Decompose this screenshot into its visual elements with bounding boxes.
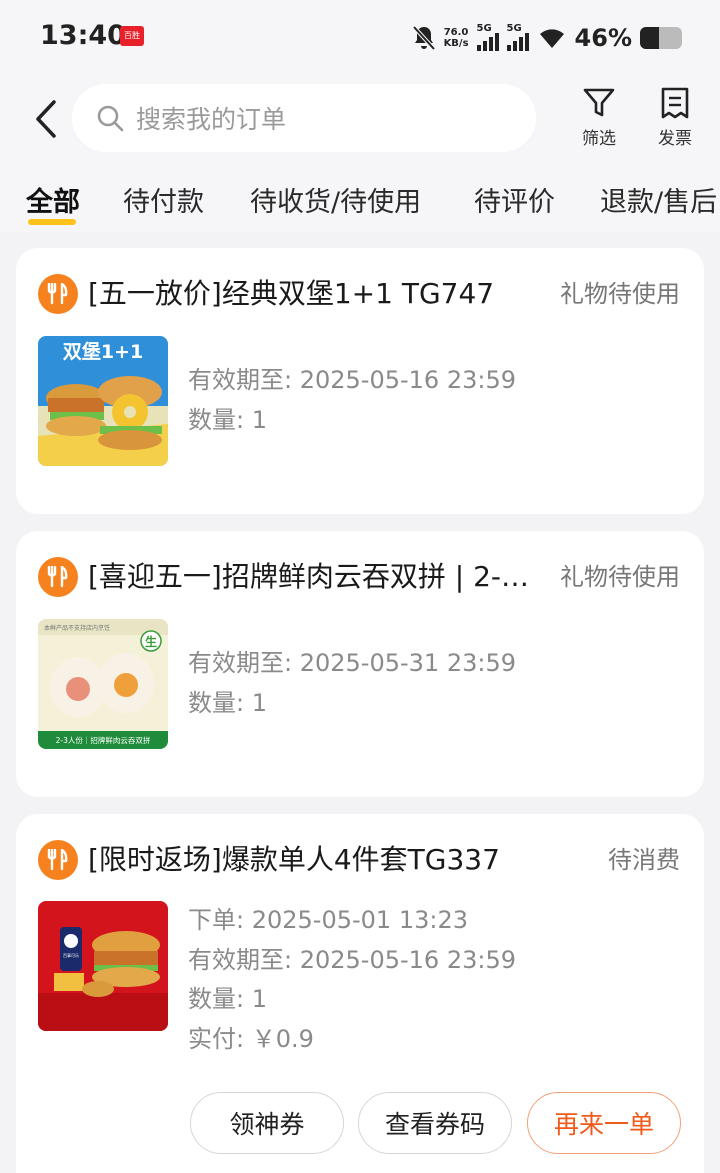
app-notification-icon: 百胜 (120, 26, 144, 46)
order-status: 待消费 (608, 846, 680, 874)
validity-line: 有效期至: 2025-05-16 23:59 (188, 945, 516, 974)
thumb-text: 双堡1+1 (63, 340, 143, 363)
product-image: 本鲜产品不支持店内烹饪 生 2-3人份｜招牌鲜肉云吞双拼 (38, 619, 168, 749)
thumb-top-text: 本鲜产品不支持店内烹饪 (44, 624, 110, 632)
product-image: 百事可乐 (38, 901, 168, 1031)
filter-button[interactable]: 筛选 (564, 86, 634, 152)
active-tab-indicator (28, 219, 76, 225)
quantity-line: 数量: 1 (188, 405, 267, 434)
validity-line: 有效期至: 2025-05-16 23:59 (188, 366, 516, 394)
status-bar: 13:40 百胜 76.0 KB/s 5G 5G 46% (0, 0, 720, 76)
wifi-icon (539, 29, 564, 48)
validity-line: 有效期至: 2025-05-31 23:59 (188, 649, 516, 677)
order-status: 礼物待使用 (560, 563, 680, 591)
invoice-label: 发票 (658, 129, 692, 149)
order-status: 礼物待使用 (560, 280, 680, 308)
tab-pending-review[interactable]: 待评价 (474, 180, 555, 219)
network-speed: 76.0 KB/s (444, 27, 469, 49)
thumb-text: 百事可乐 (63, 952, 79, 958)
order-info: 有效期至: 2025-05-16 23:59 数量: 1 (188, 361, 516, 440)
chevron-left-icon (36, 100, 56, 138)
battery-level (640, 27, 660, 49)
battery-icon (640, 27, 682, 49)
tab-all[interactable]: 全部 (26, 180, 80, 219)
food-category-icon (38, 840, 78, 880)
tab-pending-payment[interactable]: 待付款 (123, 180, 204, 219)
order-time-line: 下单: 2025-05-01 13:23 (188, 906, 468, 934)
tab-pending-receipt[interactable]: 待收货/待使用 (250, 180, 421, 219)
signal-2-icon: 5G (506, 23, 529, 51)
order-card[interactable]: [限时返场]爆款单人4件套TG337 待消费 百事可乐 下单: 2025-05-… (16, 814, 704, 1173)
speed-unit: KB/s (443, 38, 469, 49)
battery-percent: 46% (574, 24, 632, 52)
fork-knife-icon (47, 283, 68, 305)
order-card[interactable]: [喜迎五一]招牌鲜肉云吞双拼 | 2-3人份 礼物待使用 本鲜产品不支持店内烹饪… (16, 531, 704, 797)
search-icon (97, 105, 124, 132)
order-tabs: 全部 待付款 待收货/待使用 待评价 退款/售后 (0, 180, 720, 230)
filter-label: 筛选 (582, 129, 616, 149)
food-category-icon (38, 557, 78, 597)
order-info: 下单: 2025-05-01 13:23 有效期至: 2025-05-16 23… (188, 901, 516, 1059)
order-card[interactable]: [五一放价]经典双堡1+1 TG747 礼物待使用 双堡1+1 有效期至: 20… (16, 248, 704, 514)
filter-icon (583, 88, 615, 117)
quantity-line: 数量: 1 (188, 688, 267, 717)
search-placeholder: 搜索我的订单 (136, 105, 287, 134)
tab-refund[interactable]: 退款/售后 (600, 180, 717, 219)
thumb-bottom-text: 2-3人份｜招牌鲜肉云吞双拼 (56, 735, 151, 745)
invoice-icon (661, 87, 689, 119)
product-image: 双堡1+1 (38, 336, 168, 466)
status-time: 13:40 (40, 20, 126, 51)
search-input[interactable]: 搜索我的订单 (72, 84, 536, 152)
net-type-1: 5G (476, 23, 492, 34)
reorder-button[interactable]: 再来一单 (527, 1092, 681, 1154)
fork-knife-icon (47, 566, 68, 588)
status-indicators: 76.0 KB/s 5G 5G 46% (412, 22, 682, 54)
signal-1-icon: 5G (476, 23, 499, 51)
speed-value: 76.0 (443, 27, 469, 38)
bell-off-icon (412, 25, 436, 51)
food-category-icon (38, 274, 78, 314)
order-title: [五一放价]经典双堡1+1 TG747 (88, 277, 495, 310)
invoice-button[interactable]: 发票 (640, 86, 710, 152)
order-title: [喜迎五一]招牌鲜肉云吞双拼 | 2-3人份 (88, 560, 536, 593)
paid-line: 实付: ￥0.9 (188, 1024, 314, 1053)
thumb-badge: 生 (145, 634, 157, 649)
back-button[interactable] (28, 98, 64, 140)
order-info: 有效期至: 2025-05-31 23:59 数量: 1 (188, 644, 516, 723)
fork-knife-icon (47, 849, 68, 871)
claim-coupon-button[interactable]: 领神券 (190, 1092, 344, 1154)
quantity-line: 数量: 1 (188, 985, 267, 1013)
net-type-2: 5G (506, 23, 522, 34)
order-title: [限时返场]爆款单人4件套TG337 (88, 843, 500, 876)
view-code-button[interactable]: 查看券码 (358, 1092, 512, 1154)
